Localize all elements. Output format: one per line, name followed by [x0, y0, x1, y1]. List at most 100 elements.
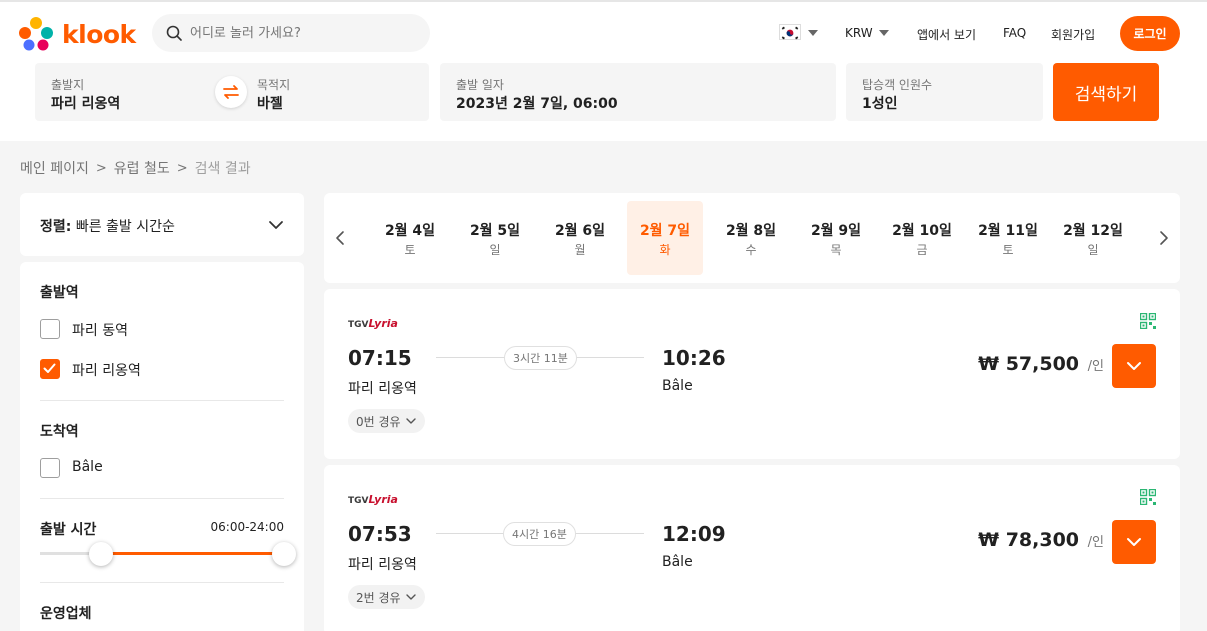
- search-input[interactable]: [190, 25, 410, 41]
- date-option[interactable]: 2월 8일 수: [713, 201, 789, 275]
- from-label: 출발지: [51, 78, 85, 92]
- weekday-label: 수: [745, 243, 757, 257]
- from-value: 파리 리옹역: [51, 96, 121, 112]
- faq-link[interactable]: FAQ: [1003, 26, 1026, 40]
- operator-name: Lyria: [368, 493, 398, 506]
- chevron-down-icon: [405, 418, 416, 424]
- date-label: 2월 10일: [892, 223, 952, 239]
- from-field[interactable]: 출발지 파리 리옹역: [35, 63, 215, 121]
- currency-caret-icon[interactable]: [879, 30, 889, 36]
- chevron-down-icon: [1127, 362, 1141, 370]
- date-value: 2023년 2월 7일, 06:00: [456, 96, 618, 112]
- language-caret-icon[interactable]: [808, 30, 818, 36]
- date-option[interactable]: 2월 6일 월: [542, 201, 618, 275]
- currency-selector[interactable]: KRW: [845, 26, 873, 40]
- train-result-card[interactable]: TGVLyria 07:53 파리 리옹역 4시간 16분 12:09 Bâle…: [324, 465, 1180, 631]
- date-label: 2월 5일: [469, 223, 521, 239]
- chevron-right-icon: >: [95, 160, 107, 176]
- swap-stations-button[interactable]: [215, 76, 247, 108]
- time-slider-start-handle[interactable]: [89, 542, 113, 566]
- date-prev-button[interactable]: [324, 193, 356, 283]
- stops-label: 0번 경유: [356, 414, 401, 429]
- breadcrumb-rail[interactable]: 유럽 철도: [114, 158, 170, 178]
- arrival-option-label[interactable]: Bâle: [72, 459, 103, 475]
- price-value: ₩ 57,500: [978, 353, 1080, 375]
- weekday-label: 일: [1087, 243, 1099, 257]
- passenger-label: 탑승객 인원수: [862, 78, 933, 92]
- date-label: 2월 9일: [810, 223, 862, 239]
- sort-text: 정렬: 빠른 출발 시간순: [40, 216, 175, 236]
- date-field[interactable]: 출발 일자 2023년 2월 7일, 06:00: [440, 63, 836, 121]
- search-icon: [166, 25, 182, 41]
- chevron-right-icon: [1160, 231, 1168, 245]
- top-header: klook KRW 앱에서 보기 FAQ 회원가입 로그인: [0, 0, 1207, 63]
- train-result-card[interactable]: TGVLyria 07:15 파리 리옹역 3시간 11분 10:26 Bâle…: [324, 289, 1180, 459]
- date-option[interactable]: 2월 12일 일: [1055, 201, 1131, 275]
- date-next-button[interactable]: [1148, 193, 1180, 283]
- departure-option-checkbox[interactable]: [40, 319, 60, 339]
- to-label: 목적지: [257, 78, 291, 92]
- stops-toggle[interactable]: 2번 경유: [348, 585, 425, 609]
- departure-time: 07:53: [348, 522, 412, 546]
- weekday-label: 월: [574, 243, 586, 257]
- date-option[interactable]: 2월 4일 토: [372, 201, 448, 275]
- login-button[interactable]: 로그인: [1120, 16, 1180, 51]
- search-button[interactable]: 검색하기: [1053, 63, 1159, 121]
- weekday-label: 금: [916, 243, 928, 257]
- divider: [40, 498, 284, 499]
- qr-code-icon: [1140, 489, 1156, 505]
- sort-dropdown[interactable]: 정렬: 빠른 출발 시간순: [20, 193, 304, 256]
- expand-result-button[interactable]: [1112, 520, 1156, 564]
- arrival-station-title: 도착역: [40, 424, 79, 440]
- passenger-field[interactable]: 탑승객 인원수 1성인: [846, 63, 1043, 121]
- date-option-selected[interactable]: 2월 7일 화: [627, 201, 703, 275]
- to-field[interactable]: 목적지 바젤: [241, 63, 421, 121]
- breadcrumb-home[interactable]: 메인 페이지: [20, 158, 89, 178]
- divider: [40, 400, 284, 401]
- operator-logo: TGVLyria: [348, 317, 398, 330]
- date-label: 2월 12일: [1063, 223, 1123, 239]
- price-value: ₩ 78,300: [978, 529, 1080, 551]
- date-option[interactable]: 2월 11일 토: [970, 201, 1046, 275]
- price-per: /인: [1087, 535, 1104, 550]
- weekday-label: 토: [404, 243, 416, 257]
- korea-flag-icon[interactable]: [779, 24, 801, 40]
- date-label: 2월 11일: [978, 223, 1038, 239]
- breadcrumb: 메인 페이지 > 유럽 철도 > 검색 결과: [20, 158, 251, 178]
- departure-option-label[interactable]: 파리 동역: [72, 320, 128, 340]
- arrival-option-checkbox[interactable]: [40, 458, 60, 478]
- price-per: /인: [1087, 359, 1104, 374]
- klook-logo[interactable]: klook: [18, 16, 136, 52]
- date-label: 2월 6일: [554, 223, 606, 239]
- to-value: 바젤: [257, 96, 283, 112]
- arrival-station: Bâle: [662, 378, 693, 394]
- app-link[interactable]: 앱에서 보기: [917, 26, 976, 43]
- date-option[interactable]: 2월 10일 금: [884, 201, 960, 275]
- date-option[interactable]: 2월 9일 목: [798, 201, 874, 275]
- duration-pill: 4시간 16분: [503, 522, 576, 546]
- divider: [40, 582, 284, 583]
- date-option[interactable]: 2월 5일 일: [457, 201, 533, 275]
- date-label: 2월 8일: [725, 223, 777, 239]
- date-selector: 2월 4일 토 2월 5일 일 2월 6일 월 2월 7일 화 2월 8일 수 …: [324, 193, 1180, 283]
- operator-title: 운영업체: [40, 606, 92, 622]
- departure-option-label[interactable]: 파리 리옹역: [72, 360, 141, 380]
- operator-name: Lyria: [368, 317, 398, 330]
- chevron-down-icon: [405, 594, 416, 600]
- swap-arrows-icon: [223, 85, 239, 99]
- qr-code-icon: [1140, 313, 1156, 329]
- departure-time-title: 출발 시간: [40, 522, 97, 538]
- expand-result-button[interactable]: [1112, 344, 1156, 388]
- departure-station: 파리 리옹역: [348, 557, 417, 573]
- signup-link[interactable]: 회원가입: [1051, 26, 1095, 43]
- time-slider-range: [101, 552, 284, 555]
- departure-time: 07:15: [348, 346, 412, 370]
- departure-option-checkbox[interactable]: [40, 359, 60, 379]
- weekday-label: 일: [489, 243, 501, 257]
- chevron-right-icon: >: [176, 160, 188, 176]
- chevron-left-icon: [336, 231, 344, 245]
- time-slider-end-handle[interactable]: [272, 542, 296, 566]
- global-search[interactable]: [152, 14, 430, 52]
- stops-toggle[interactable]: 0번 경유: [348, 409, 425, 433]
- weekday-label: 화: [659, 243, 671, 257]
